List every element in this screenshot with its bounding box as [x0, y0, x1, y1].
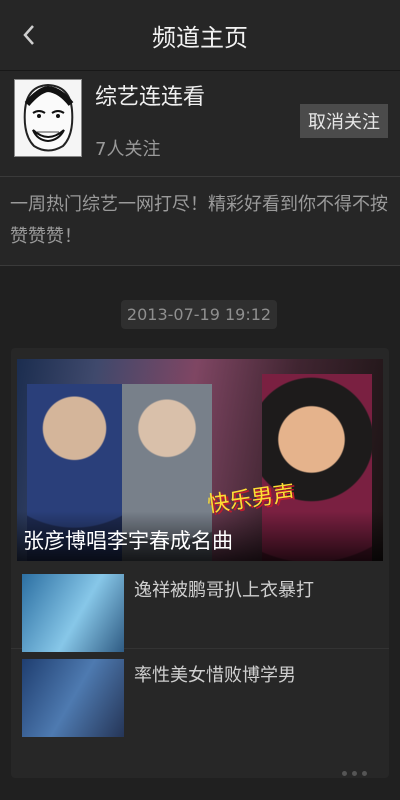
item-thumbnail: [22, 659, 124, 737]
description-text: 一周热门综艺一网打尽！精彩好看到你不得不按赞赞赞！: [10, 194, 388, 247]
channel-profile: 综艺连连看 7人关注 取消关注: [0, 71, 400, 177]
item-title: 率性美女惜败博学男: [134, 665, 296, 686]
featured-story[interactable]: 快乐男声 张彦博唱李宇春成名曲: [17, 359, 383, 561]
avatar-face-icon: [15, 80, 81, 156]
item-thumbnail: [22, 574, 124, 652]
dot: [362, 771, 367, 776]
more-dots-icon[interactable]: [342, 771, 367, 776]
featured-title: 张彦博唱李宇春成名曲: [23, 529, 233, 553]
list-item[interactable]: 逸祥被鹏哥扒上衣暴打: [11, 568, 389, 652]
item-title: 逸祥被鹏哥扒上衣暴打: [134, 580, 314, 601]
follower-count: 7人关注: [95, 139, 161, 160]
channel-description: 一周热门综艺一网打尽！精彩好看到你不得不按赞赞赞！: [0, 177, 400, 266]
list-item[interactable]: 率性美女惜败博学男: [11, 653, 389, 737]
dot: [342, 771, 347, 776]
news-card: 快乐男声 张彦博唱李宇春成名曲 逸祥被鹏哥扒上衣暴打 率性美女惜败博学男: [11, 348, 389, 778]
app-header: 频道主页: [0, 0, 400, 71]
unfollow-button[interactable]: 取消关注: [300, 104, 388, 138]
timestamp-badge: 2013-07-19 19:12: [121, 300, 277, 329]
channel-avatar[interactable]: [14, 79, 82, 157]
dot: [352, 771, 357, 776]
page-title: 频道主页: [152, 24, 248, 52]
channel-name: 综艺连连看: [95, 85, 206, 110]
